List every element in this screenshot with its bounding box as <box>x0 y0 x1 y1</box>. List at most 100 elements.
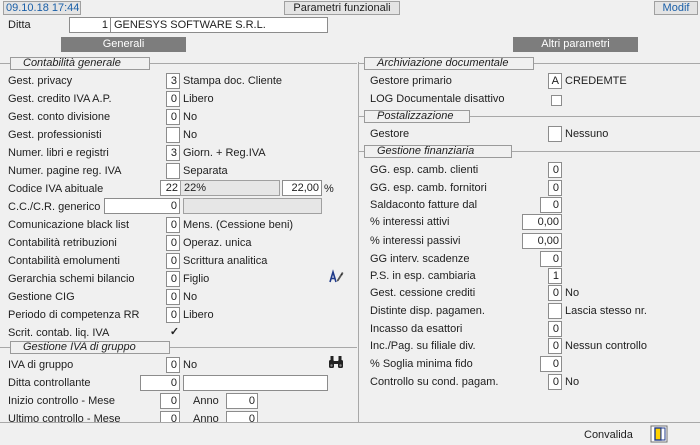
black-list-label: Comunicazione black list <box>8 219 130 231</box>
section-postalizzazione: Postalizzazione <box>364 110 470 123</box>
convalida-label: Convalida <box>584 429 633 441</box>
tab-generali[interactable]: Generali <box>61 37 186 52</box>
section-contabilita-generale: Contabilità generale <box>10 57 150 70</box>
ccr-generico-desc <box>183 198 322 214</box>
conto-divisione-desc: No <box>183 111 198 123</box>
mode-indicator: Modif <box>654 1 698 15</box>
cond-pagam-label: Controllo su cond. pagam. <box>370 376 499 388</box>
credito-iva-label: Gest. credito IVA A.P. <box>8 93 112 105</box>
cig-label: Gestione CIG <box>8 291 75 303</box>
cessione-crediti-field[interactable]: 0 <box>548 285 562 301</box>
codice-iva-unit: % <box>324 183 334 195</box>
emolumenti-label: Contabilità emolumenti <box>8 255 120 267</box>
confirm-icon[interactable] <box>650 425 668 443</box>
incasso-esattori-label: Incasso da esattori <box>370 323 463 335</box>
black-list-desc: Mens. (Cessione beni) <box>183 219 294 231</box>
interessi-attivi-label: % interessi attivi <box>370 216 450 228</box>
retribuzioni-field[interactable]: 0 <box>166 235 180 251</box>
cessione-crediti-label: Gest. cessione crediti <box>370 287 476 299</box>
esp-clienti-field[interactable]: 0 <box>548 162 562 178</box>
iva-di-gruppo-desc: No <box>183 359 198 371</box>
gestore-field[interactable] <box>548 126 562 142</box>
ditta-controllante-label: Ditta controllante <box>8 377 91 389</box>
interessi-passivi-field[interactable]: 0,00 <box>522 233 562 249</box>
gestore-desc: Nessuno <box>565 128 609 140</box>
ps-cambiaria-field[interactable]: 1 <box>548 268 562 284</box>
libri-registri-field[interactable]: 3 <box>166 145 180 161</box>
pencil-edit-icon[interactable] <box>328 268 344 284</box>
inizio-anno-label: Anno <box>193 395 219 407</box>
gestore-primario-label: Gestore primario <box>370 75 452 87</box>
saldaconto-label: Saldaconto fatture dal <box>370 199 478 211</box>
inizio-mese-field[interactable]: 0 <box>160 393 180 409</box>
section-archiviazione: Archiviazione documentale <box>364 57 534 70</box>
distinte-field[interactable] <box>548 303 562 319</box>
gerarchia-field[interactable]: 0 <box>166 271 180 287</box>
cessione-crediti-desc: No <box>565 287 580 299</box>
ps-cambiaria-label: P.S. in esp. cambiaria <box>370 270 476 282</box>
distinte-label: Distinte disp. pagamen. <box>370 305 485 317</box>
inc-filiale-field[interactable]: 0 <box>548 338 562 354</box>
gestore-primario-field[interactable]: A <box>548 73 562 89</box>
codice-iva-desc: 22% <box>180 180 280 196</box>
inc-filiale-desc: Nessun controllo <box>565 340 647 352</box>
inc-filiale-label: Inc./Pag. su filiale div. <box>370 340 476 352</box>
professionisti-desc: No <box>183 129 198 141</box>
iva-di-gruppo-field[interactable]: 0 <box>166 357 180 373</box>
emolumenti-field[interactable]: 0 <box>166 253 180 269</box>
retribuzioni-label: Contabilità retribuzioni <box>8 237 117 249</box>
interessi-attivi-field[interactable]: 0,00 <box>522 214 562 230</box>
gest-privacy-field[interactable]: 3 <box>166 73 180 89</box>
incasso-esattori-field[interactable]: 0 <box>548 321 562 337</box>
ditta-label: Ditta <box>8 19 31 31</box>
ccr-generico-field[interactable]: 0 <box>104 198 180 214</box>
scrit-liq-iva-checkbox[interactable]: ✓ <box>169 327 180 338</box>
competenza-rr-desc: Libero <box>183 309 214 321</box>
black-list-field[interactable]: 0 <box>166 217 180 233</box>
log-documentale-label: LOG Documentale disattivo <box>370 93 505 105</box>
professionisti-label: Gest. professionisti <box>8 129 102 141</box>
credito-iva-desc: Libero <box>183 93 214 105</box>
gg-scadenze-field[interactable]: 0 <box>540 251 562 267</box>
conto-divisione-field[interactable]: 0 <box>166 109 180 125</box>
gg-scadenze-label: GG interv. scadenze <box>370 253 470 265</box>
libri-registri-label: Numer. libri e registri <box>8 147 109 159</box>
soglia-fido-field[interactable]: 0 <box>540 356 562 372</box>
interessi-passivi-label: % interessi passivi <box>370 235 461 247</box>
parametri-funzionali-window: 09.10.18 17:44 Parametri funzionali Modi… <box>0 0 700 445</box>
codice-iva-label: Codice IVA abituale <box>8 183 104 195</box>
tab-altri-parametri[interactable]: Altri parametri <box>513 37 638 52</box>
cig-desc: No <box>183 291 198 303</box>
esp-fornitori-label: GG. esp. camb. fornitori <box>370 182 487 194</box>
inizio-anno-field[interactable]: 0 <box>226 393 258 409</box>
libri-registri-desc: Giorn. + Reg.IVA <box>183 147 266 159</box>
saldaconto-field[interactable]: 0 <box>540 197 562 213</box>
pagine-iva-field[interactable] <box>166 163 180 179</box>
credito-iva-field[interactable]: 0 <box>166 91 180 107</box>
competenza-rr-field[interactable]: 0 <box>166 307 180 323</box>
binoculars-icon[interactable] <box>328 355 344 369</box>
cond-pagam-field[interactable]: 0 <box>548 374 562 390</box>
soglia-fido-label: % Soglia minima fido <box>370 358 473 370</box>
section-iva-gruppo: Gestione IVA di gruppo <box>10 341 170 354</box>
gest-privacy-desc: Stampa doc. Cliente <box>183 75 283 87</box>
log-documentale-checkbox[interactable] <box>551 95 562 106</box>
codice-iva-field[interactable]: 22 <box>160 180 181 196</box>
gerarchia-desc: Figlio <box>183 273 210 285</box>
pagine-iva-label: Numer. pagine reg. IVA <box>8 165 122 177</box>
inizio-controllo-label: Inizio controllo - Mese <box>8 395 115 407</box>
ditta-controllante-field[interactable]: 0 <box>140 375 180 391</box>
conto-divisione-label: Gest. conto divisione <box>8 111 111 123</box>
emolumenti-desc: Scrittura analitica <box>183 255 268 267</box>
cig-field[interactable]: 0 <box>166 289 180 305</box>
esp-fornitori-field[interactable]: 0 <box>548 180 562 196</box>
professionisti-field[interactable] <box>166 127 180 143</box>
retribuzioni-desc: Operaz. unica <box>183 237 252 249</box>
gest-privacy-label: Gest. privacy <box>8 75 73 87</box>
gerarchia-label: Gerarchia schemi bilancio <box>8 273 135 285</box>
ditta-name-field: GENESYS SOFTWARE S.R.L. <box>110 17 328 33</box>
ccr-generico-label: C.C./C.R. generico <box>8 201 101 213</box>
competenza-rr-label: Periodo di competenza RR <box>8 309 140 321</box>
ditta-code-field[interactable]: 1 <box>69 17 111 33</box>
distinte-desc: Lascia stesso nr. <box>565 305 647 317</box>
